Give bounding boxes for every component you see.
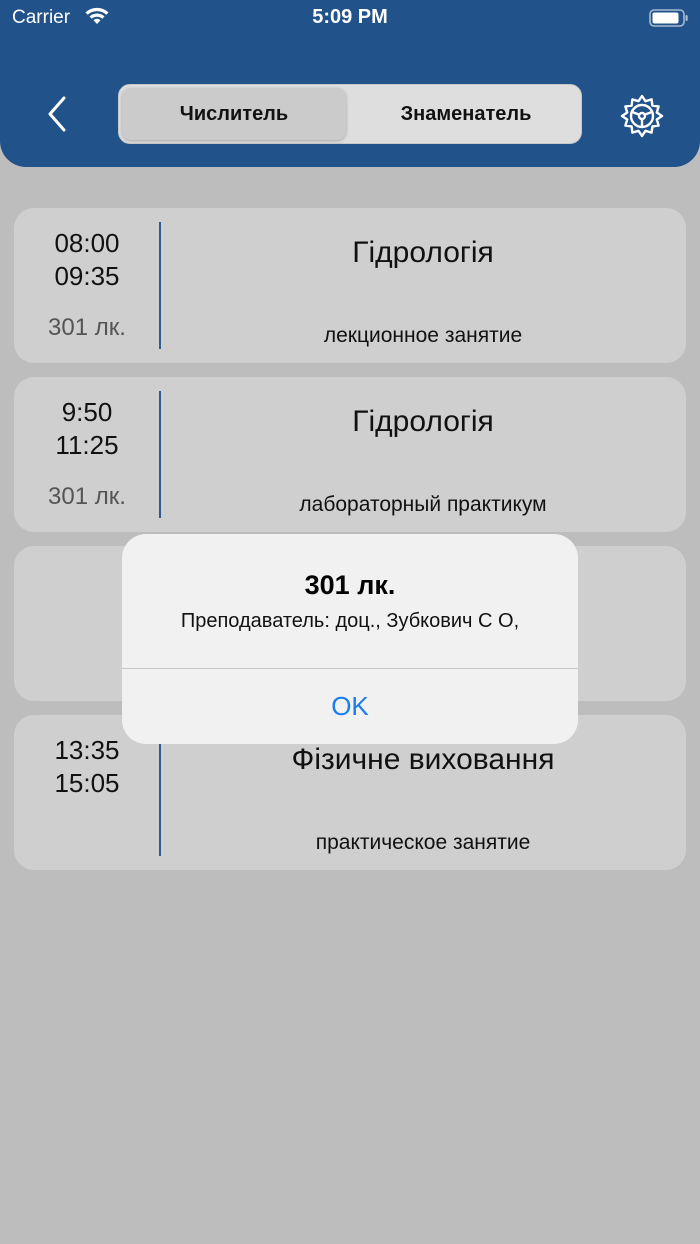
alert-ok-button[interactable]: OK — [122, 669, 578, 744]
alert-dialog: 301 лк. Преподаватель: доц., Зубкович С … — [122, 534, 578, 744]
alert-title: 301 лк. — [304, 570, 396, 600]
alert-message: Преподаватель: доц., Зубкович С О, — [180, 610, 520, 632]
